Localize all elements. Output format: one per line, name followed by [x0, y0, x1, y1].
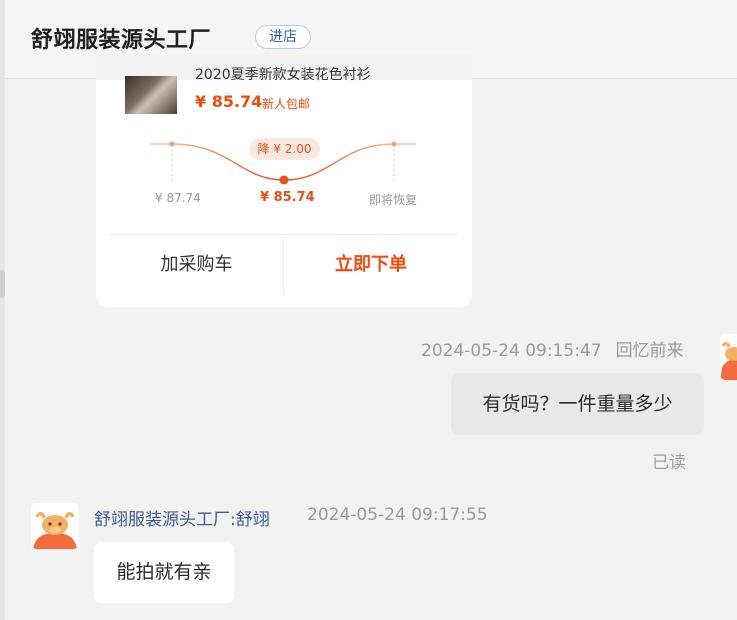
shop-avatar[interactable]	[31, 503, 79, 549]
outgoing-message-bubble[interactable]: 有货吗？一件重量多少	[451, 373, 704, 435]
read-status: 已读	[652, 453, 686, 473]
cow-avatar-icon	[720, 342, 737, 380]
user-avatar[interactable]	[720, 334, 737, 380]
card-divider	[110, 234, 458, 235]
product-thumbnail[interactable]	[125, 76, 177, 114]
outgoing-meta: 2024-05-24 09:15:47 回忆前来	[421, 336, 684, 361]
incoming-timestamp: 2024-05-24 09:17:55	[307, 505, 488, 525]
shop-name: 舒翊服装源头工厂	[31, 28, 212, 53]
cow-avatar-icon	[33, 512, 77, 549]
new-user-badge: 新人包邮	[262, 97, 311, 111]
product-price: ¥ 85.74	[195, 92, 263, 111]
old-price-dot	[169, 141, 175, 147]
left-panel-edge	[0, 0, 5, 620]
old-price-label: ¥ 87.74	[155, 191, 201, 205]
add-to-cart-button[interactable]: 加采购车	[110, 236, 283, 294]
price-drop-badge: 降 ¥ 2.00	[249, 138, 320, 160]
incoming-sender[interactable]: 舒翊服装源头工厂:舒翊	[94, 505, 270, 530]
product-title[interactable]: 2020夏季新款女装花色衬衫	[195, 64, 455, 84]
restore-label: 即将恢复	[369, 193, 418, 207]
outgoing-timestamp: 2024-05-24 09:15:47	[421, 341, 602, 361]
order-now-button[interactable]: 立即下单	[284, 236, 458, 294]
restore-dot	[391, 141, 397, 147]
outgoing-sender: 回忆前来	[615, 341, 684, 361]
collapse-handle[interactable]	[0, 270, 5, 298]
enter-shop-button[interactable]: 进店	[255, 25, 311, 49]
current-price-dot	[279, 175, 289, 185]
incoming-message-bubble[interactable]: 能拍就有亲	[94, 542, 234, 603]
current-price-label: ¥ 85.74	[260, 190, 315, 205]
